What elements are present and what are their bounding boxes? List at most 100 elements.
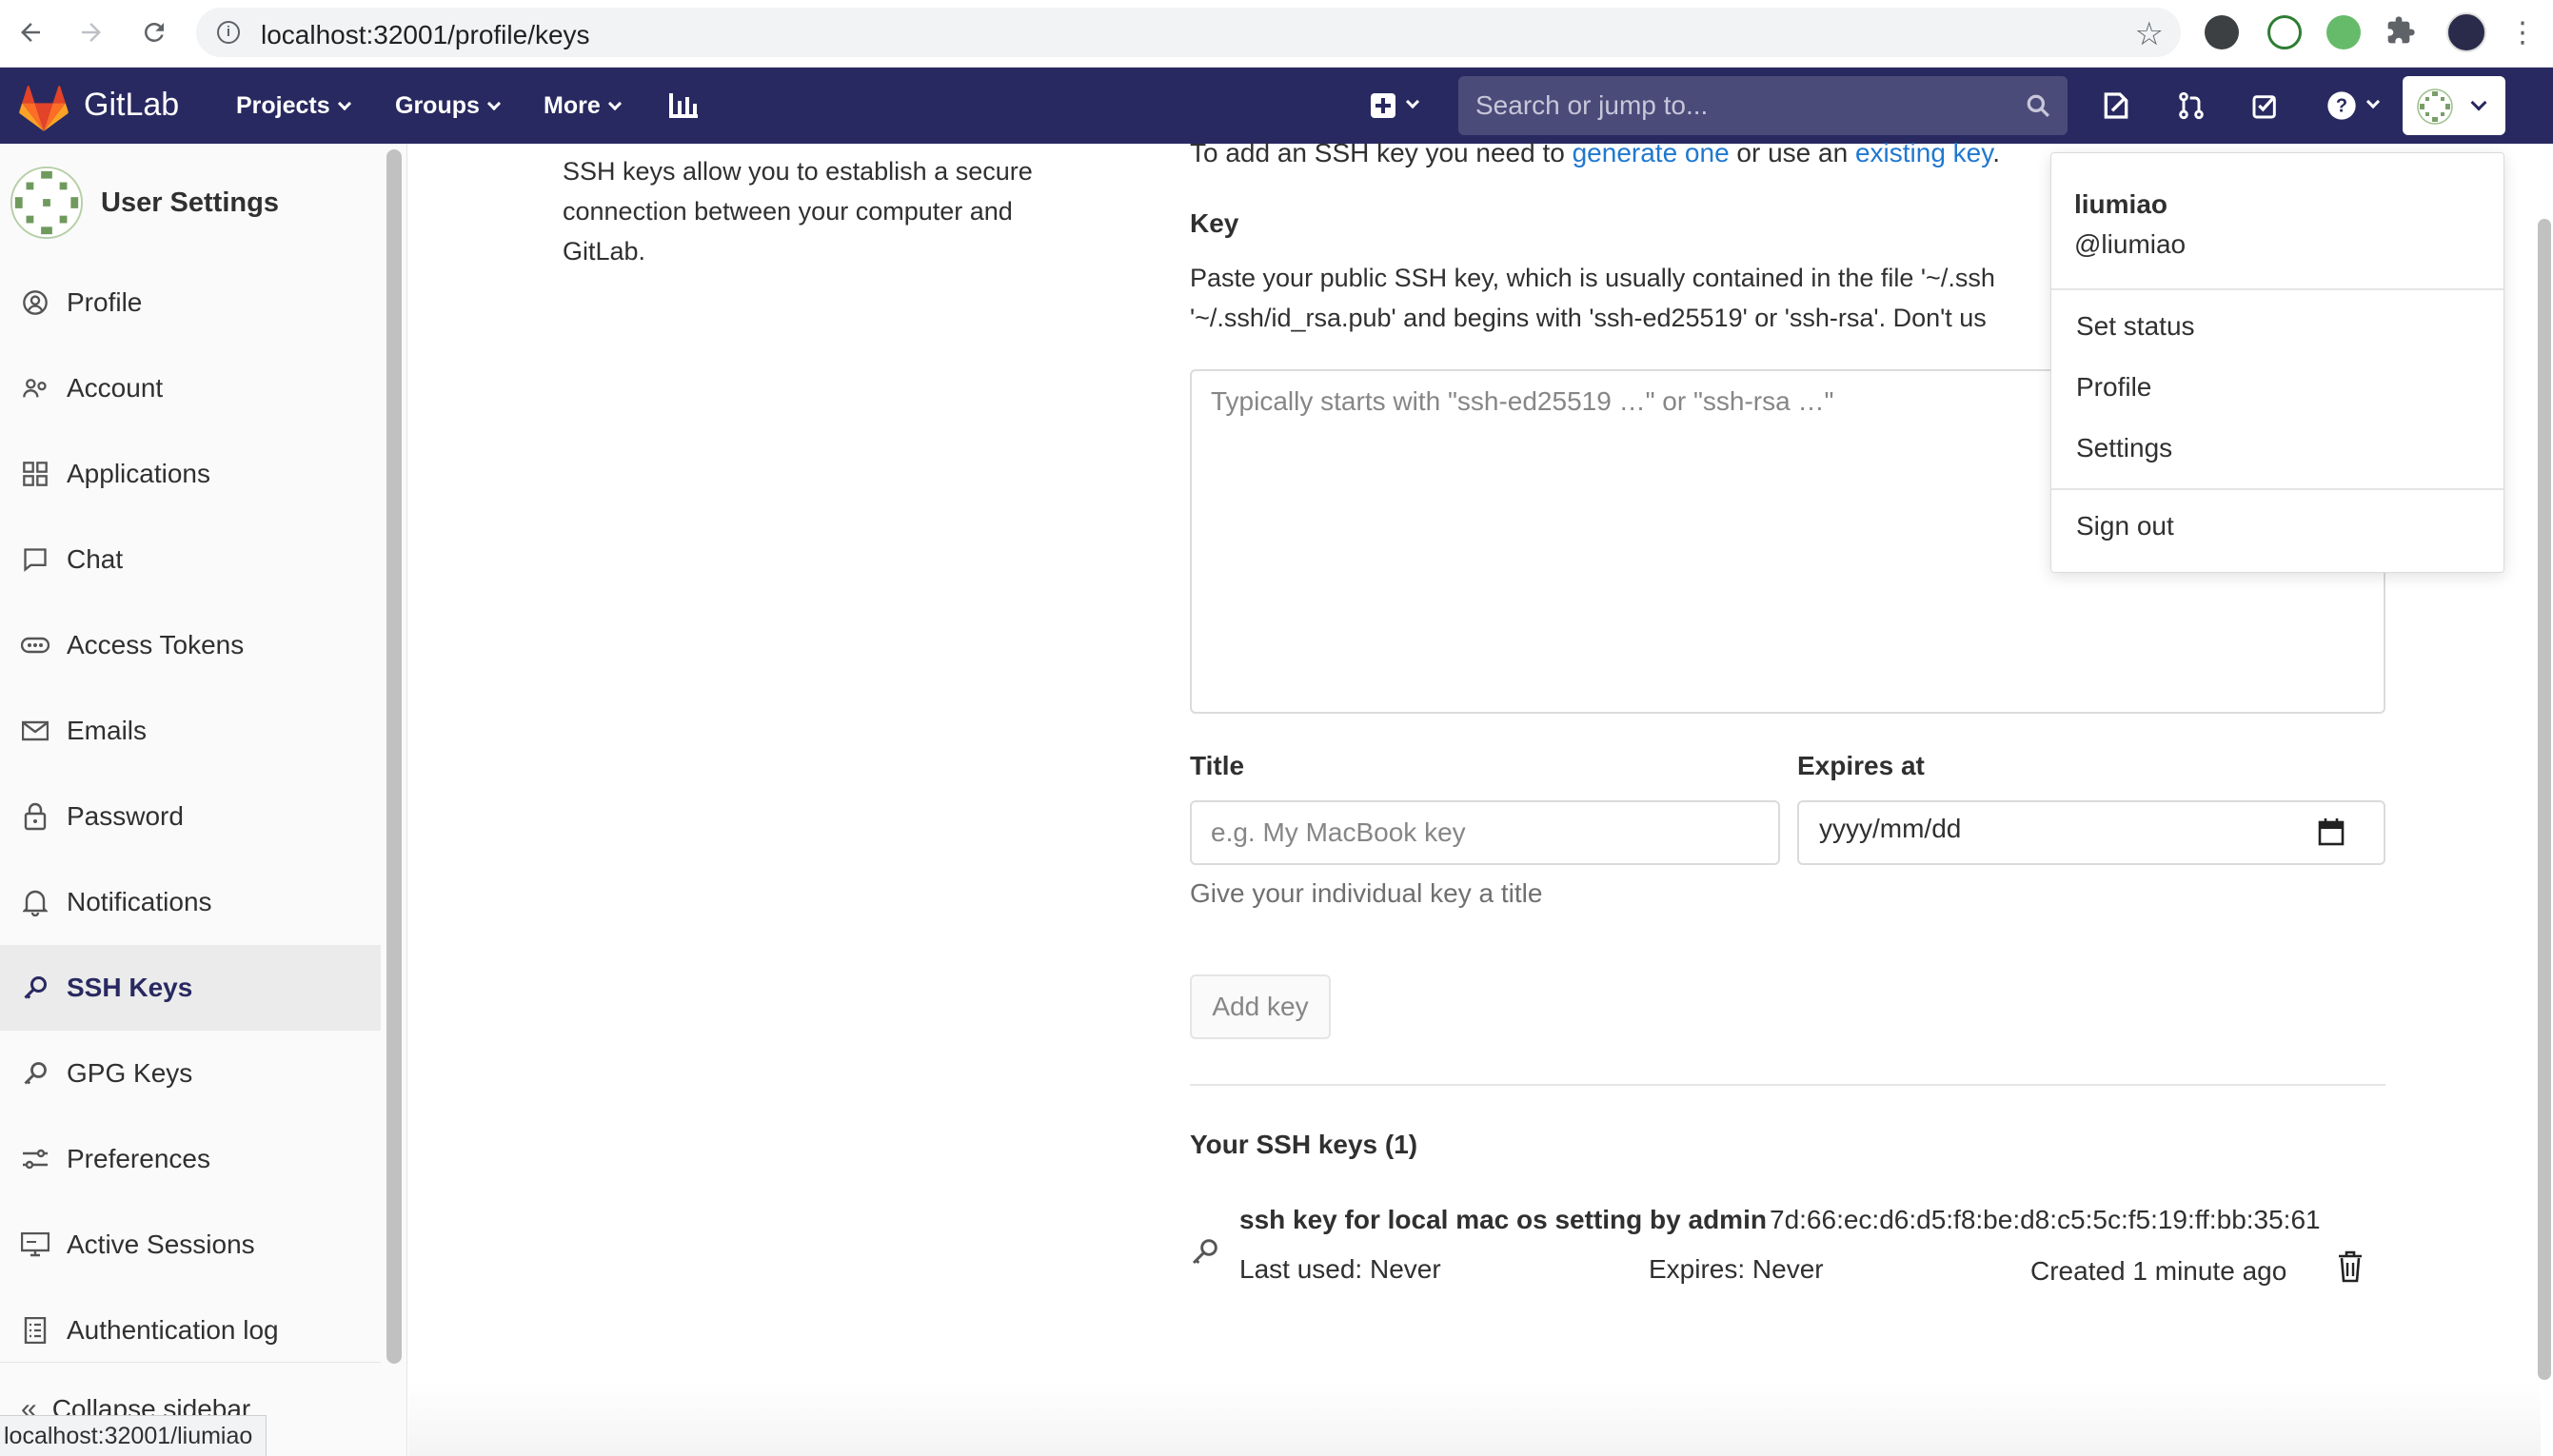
ssh-key-fingerprint: 7d:66:ec:d6:d5:f8:be:d8:c5:5c:f5:19:ff:b…: [1770, 1205, 2321, 1234]
browser-toolbar: i localhost:32001/profile/keys ☆ ⋮: [0, 0, 2553, 68]
browser-status-bar: localhost:32001/liumiao: [0, 1415, 267, 1456]
sidebar-item-label: Notifications: [67, 887, 212, 916]
sidebar-item-gpg-keys[interactable]: GPG Keys: [0, 1031, 381, 1116]
address-bar[interactable]: i localhost:32001/profile/keys ☆: [196, 8, 2181, 57]
nav-more[interactable]: More: [544, 92, 622, 120]
page-scrollbar[interactable]: [2538, 219, 2551, 1380]
reload-icon[interactable]: [137, 15, 171, 49]
forward-icon[interactable]: [74, 15, 109, 49]
sidebar-item-emails[interactable]: Emails: [0, 688, 381, 774]
chevron-down-icon: [2365, 94, 2381, 109]
lock-icon: [21, 802, 49, 831]
profile-avatar-icon[interactable]: [2446, 12, 2486, 52]
sidebar-item-applications[interactable]: Applications: [0, 431, 381, 517]
new-item-dropdown[interactable]: [1363, 89, 1424, 123]
back-icon[interactable]: [13, 15, 48, 49]
sidebar-item-label: Authentication log: [67, 1315, 279, 1345]
log-icon: [21, 1316, 49, 1345]
chart-bar-icon[interactable]: [666, 89, 701, 123]
sidebar-item-label: Account: [67, 373, 164, 403]
bookmark-star-icon[interactable]: ☆: [2135, 15, 2164, 53]
nav-label: Projects: [236, 92, 330, 119]
ssh-description: SSH keys allow you to establish a secure…: [563, 157, 1033, 266]
sidebar-item-ssh-keys[interactable]: SSH Keys: [0, 945, 381, 1031]
sidebar-item-chat[interactable]: Chat: [0, 517, 381, 602]
intro-text: To add an SSH key you need to: [1190, 138, 1573, 167]
set-status-item[interactable]: Set status: [2076, 311, 2195, 342]
gitlab-brand[interactable]: GitLab: [84, 87, 179, 124]
sidebar-item-label: Emails: [67, 716, 148, 745]
dropdown-username[interactable]: liumiao: [2074, 189, 2167, 220]
url-text: localhost:32001/profile/keys: [261, 20, 590, 49]
merge-request-icon[interactable]: [2174, 89, 2208, 123]
extension-icon[interactable]: [2205, 15, 2239, 49]
sidebar-item-label: Password: [67, 801, 184, 831]
settings-item[interactable]: Settings: [2076, 433, 2172, 463]
puzzle-icon[interactable]: [2385, 15, 2420, 49]
chevron-down-icon: [337, 96, 351, 111]
sidebar-item-profile[interactable]: Profile: [0, 260, 381, 345]
sidebar-item-active-sessions[interactable]: Active Sessions: [0, 1202, 381, 1288]
gitlab-logo-icon[interactable]: [19, 86, 69, 136]
preferences-icon: [21, 1145, 49, 1173]
extension-icon[interactable]: [2267, 15, 2302, 49]
sidebar-item-password[interactable]: Password: [0, 774, 381, 859]
user-menu-button[interactable]: [2403, 76, 2505, 135]
dropdown-handle[interactable]: @liumiao: [2074, 229, 2186, 260]
divider: [2051, 488, 2504, 490]
ssh-intro: To add an SSH key you need to generate o…: [1190, 138, 2000, 168]
monitor-icon: [21, 1230, 49, 1259]
title-input[interactable]: [1190, 800, 1780, 865]
title-help: Give your individual key a title: [1190, 878, 1543, 908]
key-icon: [21, 974, 49, 1002]
svg-text:?: ?: [2336, 96, 2347, 117]
search-box[interactable]: [1458, 76, 2068, 135]
ssh-key-created: Created 1 minute ago: [2030, 1256, 2287, 1286]
token-icon: [21, 631, 49, 659]
user-dropdown-menu: liumiao @liumiao Set status Profile Sett…: [2050, 152, 2504, 573]
avatar: [10, 166, 84, 240]
sidebar-item-access-tokens[interactable]: Access Tokens: [0, 602, 381, 688]
search-input[interactable]: [1458, 76, 2068, 135]
profile-item[interactable]: Profile: [2076, 372, 2151, 403]
ssh-keys-heading: Your SSH keys (1): [1190, 1130, 1418, 1159]
sidebar-title: User Settings: [101, 187, 279, 218]
ssh-key-title-link[interactable]: ssh key for local mac os setting by admi…: [1239, 1205, 1767, 1235]
generate-one-link[interactable]: generate one: [1573, 138, 1730, 167]
ssh-key-expires: Expires: Never: [1649, 1254, 1824, 1284]
chevron-down-icon: [486, 96, 501, 111]
issues-icon[interactable]: [2099, 89, 2133, 123]
info-icon[interactable]: i: [217, 21, 240, 44]
gitlab-header: GitLab Projects Groups More ?: [0, 68, 2553, 144]
sidebar-item-preferences[interactable]: Preferences: [0, 1116, 381, 1202]
sidebar-item-account[interactable]: Account: [0, 345, 381, 431]
chevron-down-icon: [607, 96, 622, 111]
more-vert-icon[interactable]: ⋮: [2505, 15, 2540, 49]
ssh-key-last-used: Last used: Never: [1239, 1254, 1441, 1284]
trash-icon[interactable]: [2337, 1250, 2364, 1288]
existing-key-link[interactable]: existing key: [1855, 138, 1992, 167]
key-icon: [1190, 1236, 1220, 1271]
help-dropdown[interactable]: ?: [2319, 89, 2385, 123]
title-label: Title: [1190, 751, 1245, 780]
bell-icon: [21, 888, 49, 916]
settings-sidebar: User Settings Profile Account Applicatio…: [0, 144, 407, 1456]
sidebar-header[interactable]: User Settings: [10, 165, 279, 241]
nav-groups[interactable]: Groups: [395, 92, 501, 120]
sidebar-item-notifications[interactable]: Notifications: [0, 859, 381, 945]
todo-icon[interactable]: [2248, 89, 2283, 123]
add-key-button[interactable]: Add key: [1190, 974, 1331, 1039]
key-icon: [21, 1059, 49, 1088]
calendar-icon[interactable]: [2318, 817, 2345, 851]
content-bottom: [408, 1381, 2541, 1456]
sidebar-item-authentication-log[interactable]: Authentication log: [0, 1288, 381, 1373]
nav-projects[interactable]: Projects: [236, 92, 351, 120]
sidebar-scrollbar[interactable]: [386, 149, 402, 1364]
sidebar-item-label: SSH Keys: [67, 973, 193, 1002]
sidebar-item-label: GPG Keys: [67, 1058, 193, 1088]
intro-text: or use an: [1729, 138, 1855, 167]
extension-icon[interactable]: [2326, 15, 2361, 49]
sign-out-item[interactable]: Sign out: [2076, 511, 2174, 541]
nav-label: More: [544, 92, 601, 119]
chevron-down-icon: [1405, 94, 1420, 109]
